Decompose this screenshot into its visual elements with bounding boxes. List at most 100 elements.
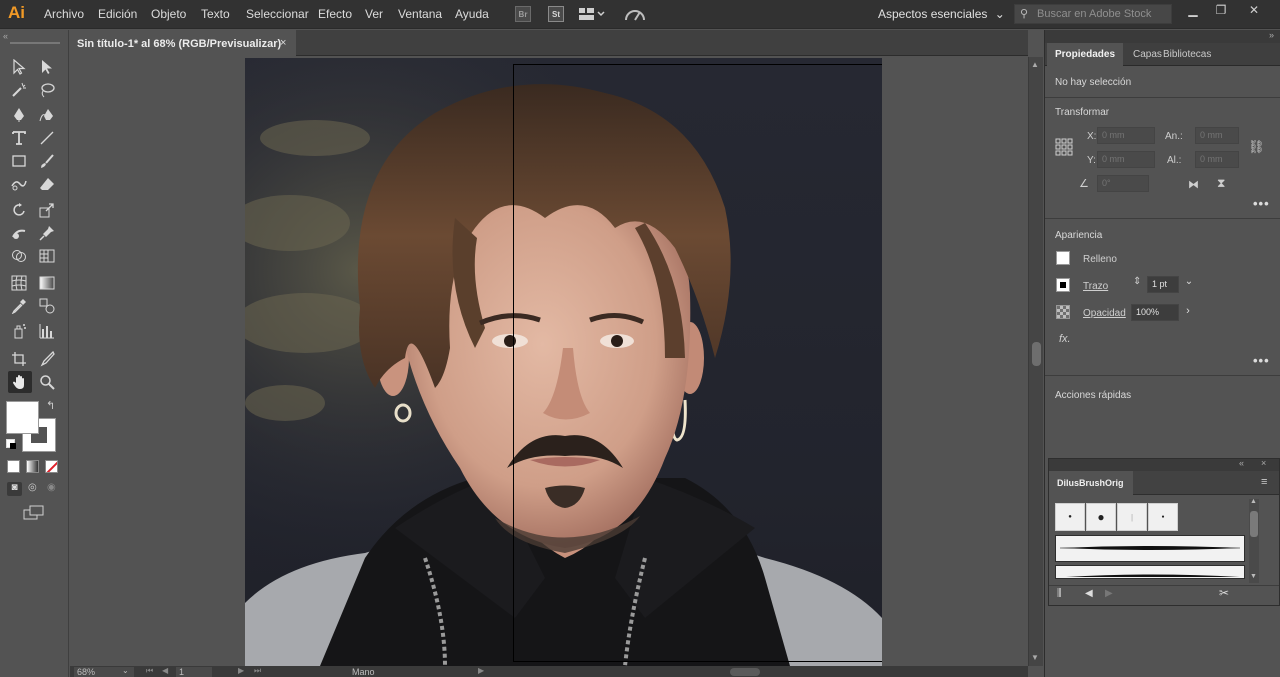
blend-tool-icon[interactable] [38,297,56,315]
stock-icon[interactable]: St [548,6,564,22]
flip-vertical-icon[interactable]: ⧗ [1217,176,1225,191]
height-field[interactable]: 0 mm [1195,151,1239,168]
paintbrush-tool-icon[interactable] [38,152,56,170]
zoom-dropdown-icon[interactable]: ⌄ [122,666,129,675]
vertical-scrollbar[interactable]: ▲ ▼ [1028,57,1043,666]
next-library-icon[interactable]: ▶ [1105,588,1113,599]
close-window-icon[interactable]: ✕ [1245,3,1263,19]
menu-objeto[interactable]: Objeto [151,7,186,21]
color-mode-icon[interactable] [7,460,20,473]
stroke-label[interactable]: Trazo [1083,281,1108,292]
default-colors-icon[interactable] [6,439,16,449]
brushes-collapse-icon[interactable]: « [1239,458,1244,468]
artboard-tool-icon[interactable] [10,350,28,368]
y-field[interactable]: 0 mm [1097,151,1155,168]
swap-fill-stroke-icon[interactable]: ↰ [46,399,55,412]
appearance-more-options-icon[interactable]: ••• [1253,353,1270,368]
brush-swatch[interactable]: ● [1086,503,1116,531]
remove-brush-stroke-icon[interactable]: ✂ [1219,586,1229,600]
menu-edicion[interactable]: Edición [98,7,137,21]
previous-library-icon[interactable]: ◀ [1085,588,1093,599]
selection-tool-icon[interactable] [10,58,28,76]
scale-tool-icon[interactable] [38,201,56,219]
none-mode-icon[interactable] [45,460,58,473]
stroke-weight-stepper-icon[interactable]: ⇕ [1133,276,1141,287]
brush-stroke-row[interactable] [1055,535,1245,562]
bridge-icon[interactable]: Br [515,6,531,22]
reference-point-icon[interactable] [1055,138,1073,156]
brushes-close-icon[interactable]: × [1261,458,1266,468]
tab-bibliotecas[interactable]: Bibliotecas [1155,43,1219,66]
menu-ventana[interactable]: Ventana [398,7,442,21]
perspective-grid-tool-icon[interactable] [38,247,56,265]
brush-swatch[interactable]: ● [1148,503,1178,531]
brush-swatch[interactable]: ● [1055,503,1085,531]
gpu-performance-icon[interactable] [624,6,646,22]
brushes-scroll-thumb[interactable] [1250,511,1258,537]
next-artboard-icon[interactable]: ▶ [238,666,244,675]
fill-color-swatch[interactable] [1056,251,1070,265]
brushes-scroll-down-icon[interactable]: ▼ [1250,573,1257,580]
search-stock-input[interactable]: ⚲ Buscar en Adobe Stock [1014,4,1172,24]
menu-ver[interactable]: Ver [365,7,383,21]
rectangle-tool-icon[interactable] [10,152,28,170]
flip-horizontal-icon[interactable]: ⧓ [1188,178,1199,191]
puppet-warp-tool-icon[interactable] [38,224,56,242]
shape-builder-tool-icon[interactable] [10,247,28,265]
arrange-documents-icon[interactable] [579,7,605,21]
menu-ayuda[interactable]: Ayuda [455,7,489,21]
minimize-icon[interactable]: ▁ [1184,3,1202,19]
stroke-weight-dropdown-icon[interactable]: ⌄ [1182,276,1196,293]
rotate-angle-field[interactable]: 0° [1097,175,1149,192]
vertical-scrollbar-thumb[interactable] [1032,342,1041,366]
tab-brush-library[interactable]: DilusBrushOrig [1049,471,1133,495]
direct-selection-tool-icon[interactable] [38,58,56,76]
brush-stroke-row[interactable] [1055,565,1245,579]
brush-libraries-icon[interactable]: ⫼ [1057,588,1062,599]
menu-texto[interactable]: Texto [201,7,230,21]
artboard-number-field[interactable]: 1 [176,667,212,677]
workspace-switcher[interactable]: Aspectos esenciales ⌄ [878,7,1005,21]
tab-propiedades[interactable]: Propiedades [1047,43,1124,66]
brushes-menu-icon[interactable]: ≡ [1261,476,1267,488]
mesh-tool-icon[interactable] [10,274,28,292]
artboard[interactable] [513,64,882,662]
collapse-dock-icon[interactable]: » [1269,30,1274,40]
panel-grip[interactable] [10,42,60,44]
opacity-label[interactable]: Opacidad [1083,308,1126,319]
menu-seleccionar[interactable]: Seleccionar [246,7,309,21]
x-field[interactable]: 0 mm [1097,127,1155,144]
fill-swatch[interactable] [6,401,39,434]
stroke-weight-field[interactable]: 1 pt [1147,276,1179,293]
zoom-tool-icon[interactable] [38,373,56,391]
opacity-arrow-icon[interactable]: › [1182,305,1194,320]
brushes-scrollbar[interactable]: ▲ ▼ [1249,498,1259,583]
pen-tool-icon[interactable] [10,106,28,124]
brush-swatch[interactable]: | [1117,503,1147,531]
opacity-field[interactable]: 100% [1131,304,1179,321]
document-tab[interactable]: Sin título-1* al 68% (RGB/Previsualizar) [70,30,296,56]
status-arrow-icon[interactable]: ▶ [478,666,484,675]
menu-archivo[interactable]: Archivo [44,7,84,21]
type-tool-icon[interactable] [10,129,28,147]
gradient-mode-icon[interactable] [26,460,39,473]
menu-efecto[interactable]: Efecto [318,7,352,21]
brushes-scroll-up-icon[interactable]: ▲ [1250,498,1257,505]
draw-inside-icon[interactable]: ◉ [47,482,61,496]
first-artboard-icon[interactable]: ⏮ [146,666,153,676]
scroll-down-icon[interactable]: ▼ [1031,653,1039,662]
horizontal-scrollbar-thumb[interactable] [730,668,760,676]
curvature-tool-icon[interactable] [38,106,56,124]
screen-mode-icon[interactable] [23,505,45,521]
opacity-icon[interactable] [1056,305,1070,319]
gradient-tool-icon[interactable] [38,274,56,292]
eyedropper-tool-icon[interactable] [10,297,28,315]
close-tab-icon[interactable]: × [280,37,286,49]
restore-icon[interactable]: ❐ [1212,3,1230,19]
warp-tool-icon[interactable] [10,224,28,242]
constrain-proportions-icon[interactable]: ⛓ [1248,139,1265,155]
hand-tool-icon[interactable] [8,371,32,393]
canvas-area[interactable] [70,57,1028,666]
collapse-panel-icon[interactable]: « [3,31,8,41]
symbol-sprayer-tool-icon[interactable] [10,322,28,340]
